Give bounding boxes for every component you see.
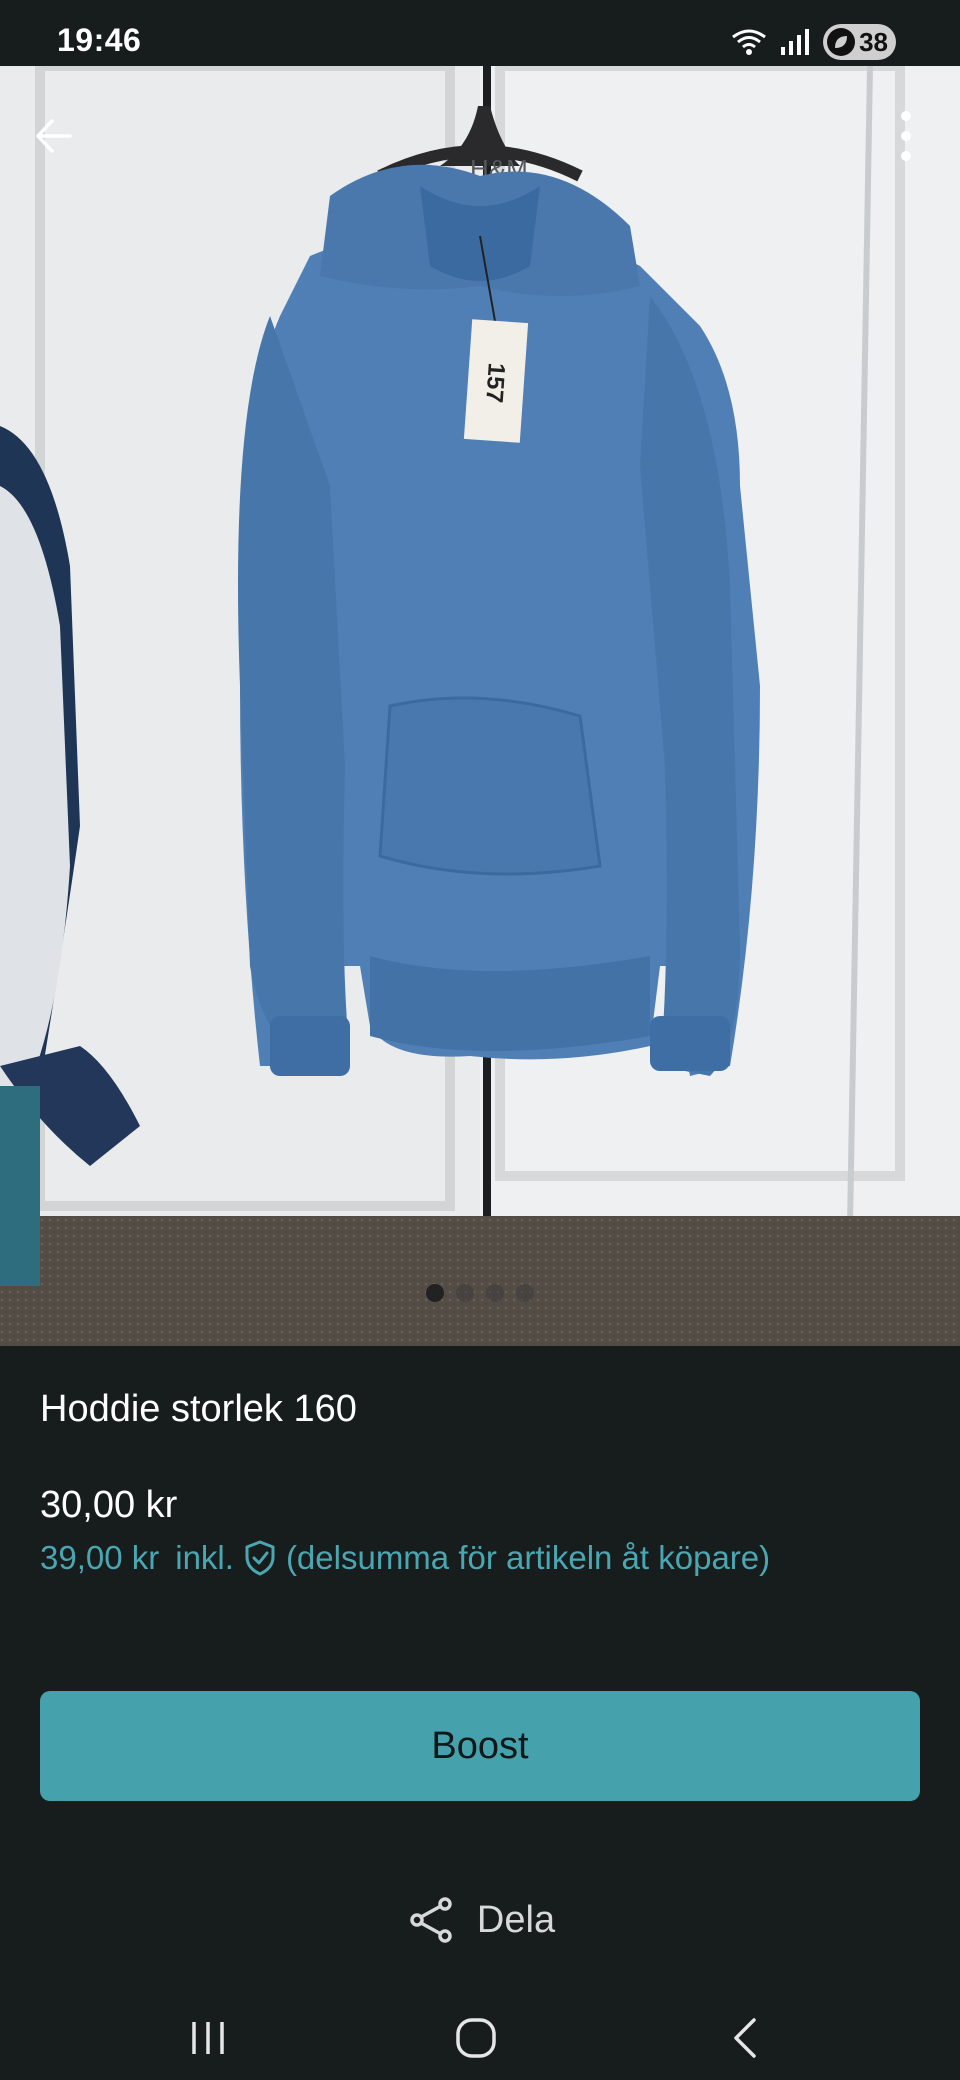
more-vertical-icon [901, 111, 911, 161]
system-nav-bar [0, 1980, 960, 2080]
arrow-left-icon [36, 119, 72, 153]
more-options-button[interactable] [866, 96, 946, 176]
photo-pager[interactable] [0, 1284, 960, 1302]
recents-icon [192, 2022, 224, 2054]
listing-title: Hoddie storlek 160 [40, 1388, 357, 1430]
home-button[interactable] [436, 1998, 516, 2078]
pager-dot[interactable] [456, 1284, 474, 1302]
shield-check-icon [245, 1540, 275, 1576]
recents-button[interactable] [168, 1998, 248, 2078]
home-icon [456, 2018, 496, 2058]
listing-photo[interactable]: H&M 157 [0, 66, 960, 1346]
battery-indicator: 38 [823, 24, 896, 60]
listing-price: 30,00 kr [40, 1484, 178, 1526]
chevron-left-icon [734, 2018, 756, 2058]
buyer-price-info[interactable]: 39,00 kr inkl. (delsumma för artikeln åt… [40, 1538, 770, 1578]
pager-dot-active[interactable] [426, 1284, 444, 1302]
wifi-icon [732, 29, 766, 55]
back-button[interactable] [14, 96, 94, 176]
status-icons: 38 [731, 22, 896, 62]
boost-button[interactable]: Boost [40, 1691, 920, 1801]
battery-saver-icon [827, 28, 856, 56]
signal-icon [781, 29, 810, 55]
share-button[interactable]: Dela [0, 1892, 960, 1948]
battery-level: 38 [859, 26, 888, 57]
incl-note: (delsumma för artikeln åt köpare) [285, 1539, 771, 1576]
status-bar: 19:46 38 [0, 0, 960, 66]
incl-label: inkl. [175, 1539, 234, 1576]
hoodie-photo-illustration: H&M 157 [0, 66, 960, 1346]
share-icon [410, 1897, 452, 1943]
system-back-button[interactable] [706, 1998, 786, 2078]
pager-dot[interactable] [486, 1284, 504, 1302]
share-label: Dela [476, 1898, 556, 1941]
tag-label: 157 [480, 362, 510, 404]
pager-dot[interactable] [516, 1284, 534, 1302]
price-incl-value: 39,00 kr [40, 1539, 160, 1576]
status-time: 19:46 [57, 22, 142, 58]
